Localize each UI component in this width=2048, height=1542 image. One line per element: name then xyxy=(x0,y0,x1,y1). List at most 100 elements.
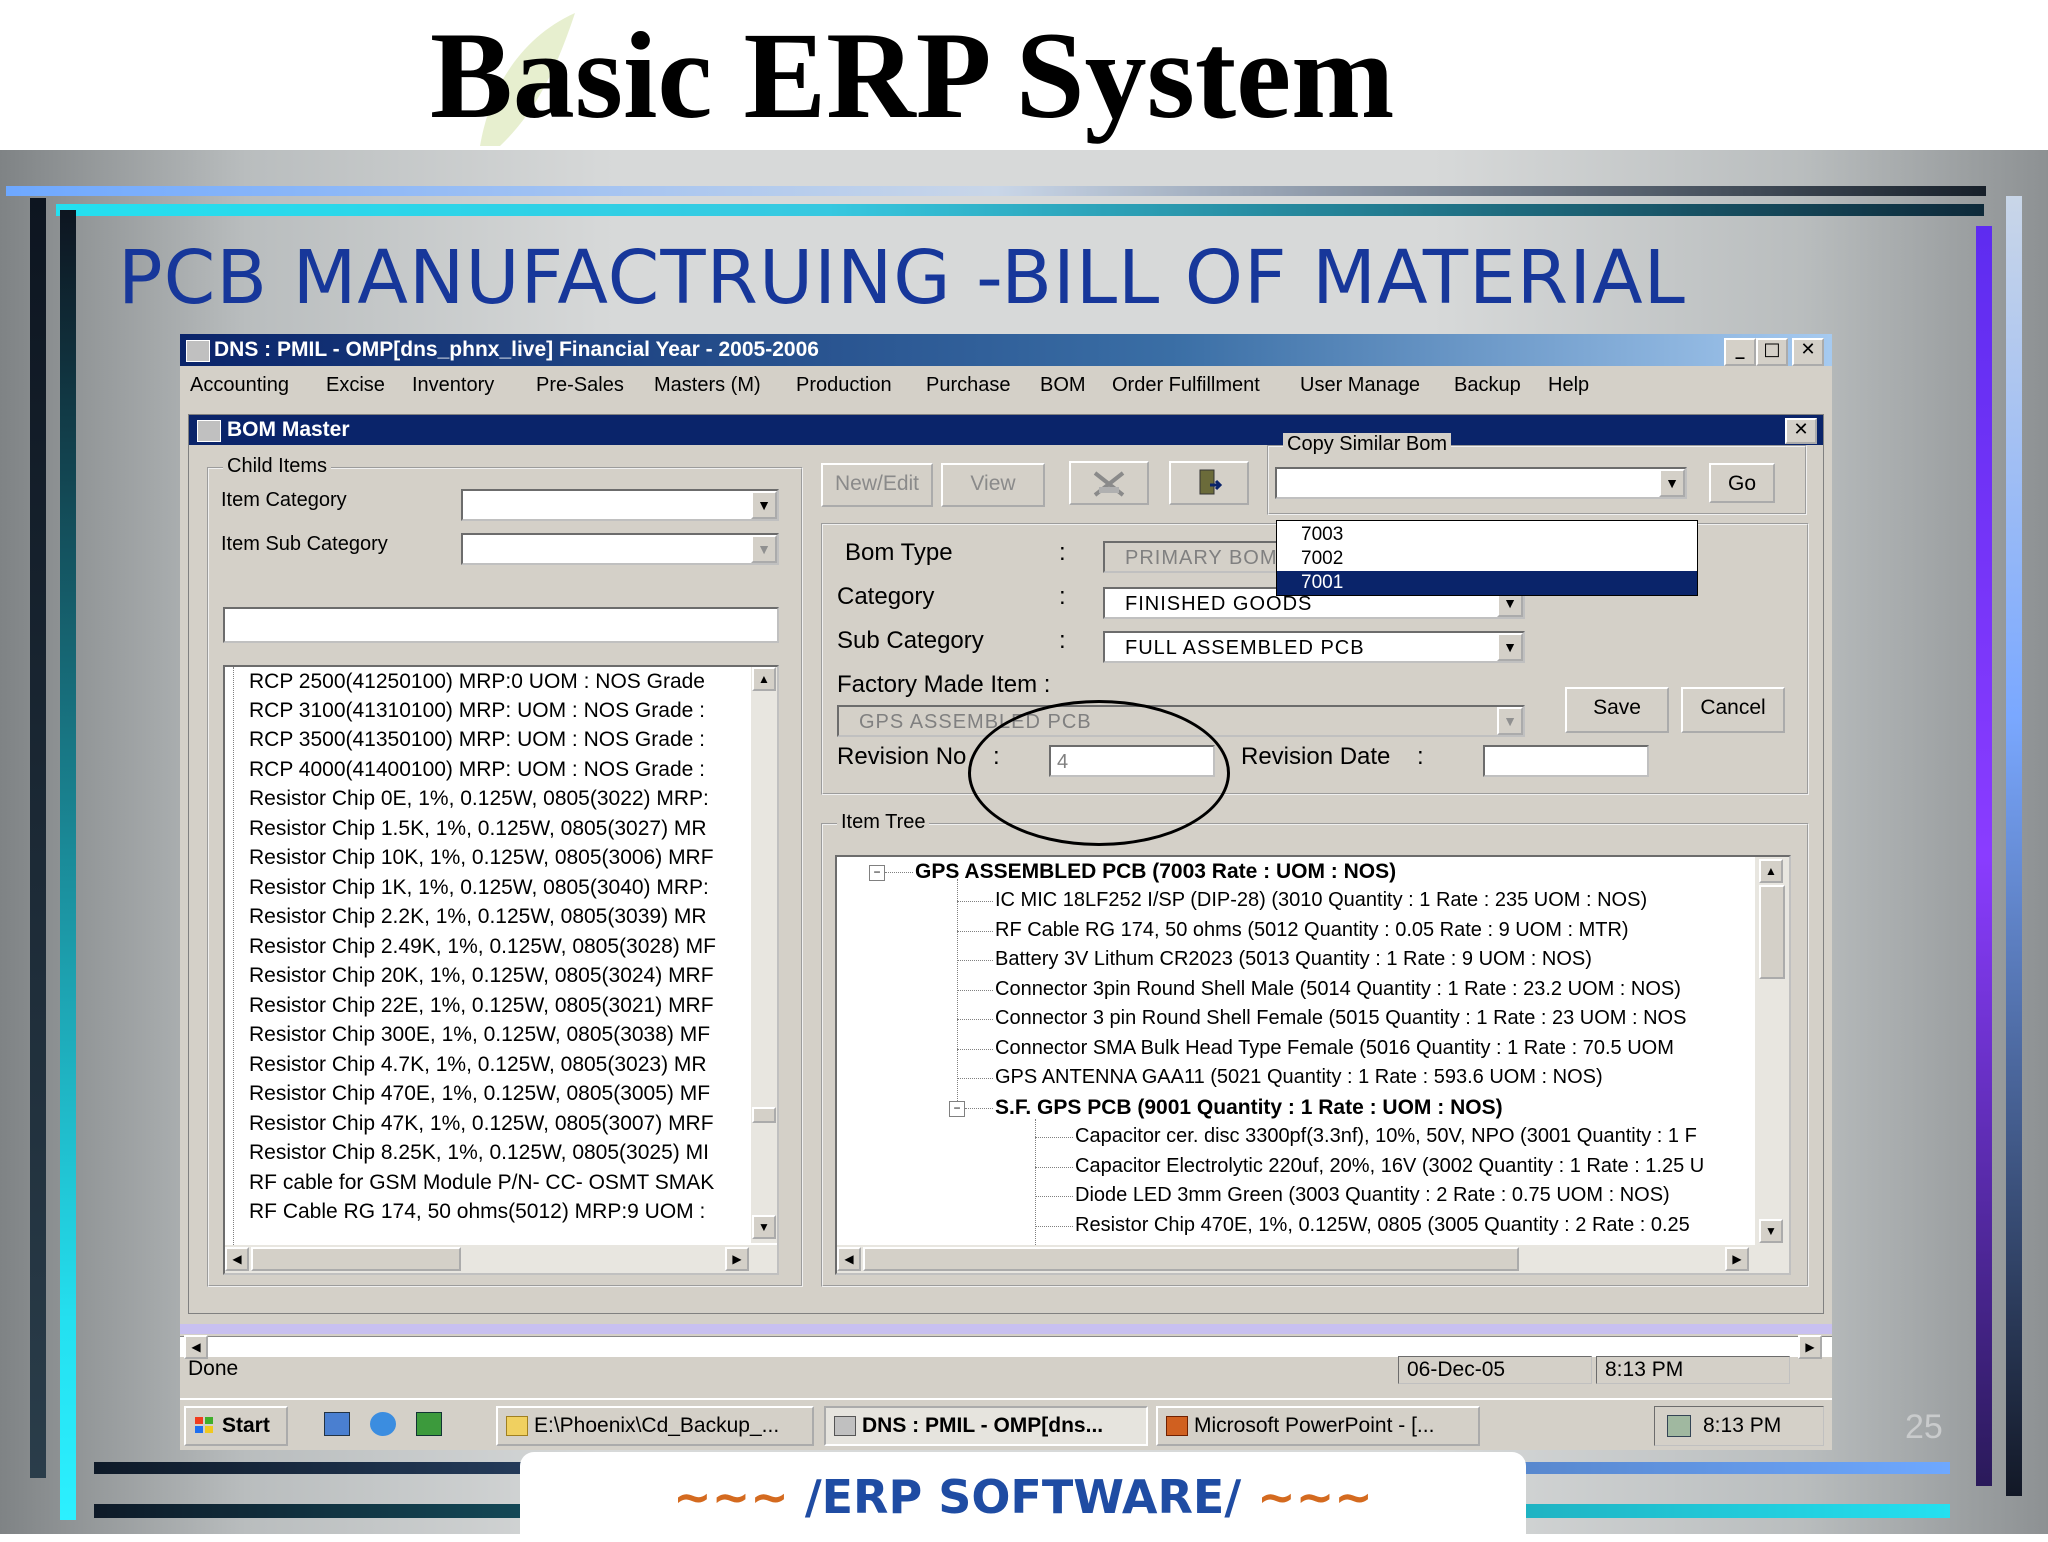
list-item[interactable]: Resistor Chip 47K, 1%, 0.125W, 0805(3007… xyxy=(231,1109,714,1138)
bom-close-button[interactable]: ✕ xyxy=(1785,418,1817,444)
scroll-up-icon[interactable]: ▲ xyxy=(1759,859,1783,883)
menu-order-fulfillment[interactable]: Order Fulfillment xyxy=(1112,374,1260,397)
menu-pre-sales[interactable]: Pre-Sales xyxy=(536,374,624,397)
scroll-up-icon[interactable]: ▲ xyxy=(752,667,776,691)
menu-masters[interactable]: Masters (M) xyxy=(654,374,761,397)
go-button[interactable]: Go xyxy=(1709,463,1775,503)
list-item[interactable]: RF Cable RG 174, 50 ohms(5012) MRP:9 UOM… xyxy=(231,1197,705,1226)
list-item[interactable]: Resistor Chip 4.7K, 1%, 0.125W, 0805(302… xyxy=(231,1050,707,1079)
item-tree[interactable]: − GPS ASSEMBLED PCB (7003 Rate : UOM : N… xyxy=(835,855,1791,1275)
menu-purchase[interactable]: Purchase xyxy=(926,374,1011,397)
close-button[interactable]: ✕ xyxy=(1792,338,1824,366)
tree-item[interactable]: Capacitor cer. disc 3300pf(3.3nf), 10%, … xyxy=(1075,1122,1697,1151)
tree-item[interactable]: Connector SMA Bulk Head Type Female (501… xyxy=(995,1034,1674,1063)
chevron-down-icon[interactable]: ▼ xyxy=(751,535,777,563)
list-item[interactable]: Resistor Chip 22E, 1%, 0.125W, 0805(3021… xyxy=(231,991,714,1020)
tree-hscroll[interactable]: ◀ ▶ xyxy=(837,1245,1789,1273)
tree-item[interactable]: RF Cable RG 174, 50 ohms (5012 Quantity … xyxy=(995,916,1629,945)
list-item[interactable]: Resistor Chip 300E, 1%, 0.125W, 0805(303… xyxy=(231,1020,710,1049)
scroll-left-icon[interactable]: ◀ xyxy=(837,1247,861,1271)
minimize-button[interactable]: _ xyxy=(1724,338,1756,366)
quicklaunch-media-icon[interactable] xyxy=(416,1412,442,1436)
list-item[interactable]: Resistor Chip 2.49K, 1%, 0.125W, 0805(30… xyxy=(231,932,716,961)
menu-accounting[interactable]: Accounting xyxy=(190,374,289,397)
child-search-input[interactable] xyxy=(223,607,779,643)
list-item[interactable]: RCP 2500(41250100) MRP:0 UOM : NOS Grade xyxy=(231,667,705,696)
item-category-select[interactable]: ▼ xyxy=(461,489,779,521)
save-button[interactable]: Save xyxy=(1565,687,1669,733)
maximize-button[interactable]: □ xyxy=(1756,338,1788,366)
child-list-hscroll[interactable]: ◀ ▶ xyxy=(225,1245,777,1273)
quicklaunch-desktop-icon[interactable] xyxy=(324,1412,350,1436)
tree-item[interactable]: Connector 3 pin Round Shell Female (5015… xyxy=(995,1004,1686,1033)
tree-item[interactable]: Connector 3pin Round Shell Male (5014 Qu… xyxy=(995,975,1681,1004)
menu-inventory[interactable]: Inventory xyxy=(412,374,494,397)
scroll-thumb[interactable] xyxy=(1759,885,1785,979)
tree-item[interactable]: IC MIC 18LF252 I/SP (DIP-28) (3010 Quant… xyxy=(995,886,1647,915)
list-item[interactable]: Resistor Chip 2.2K, 1%, 0.125W, 0805(303… xyxy=(231,902,707,931)
dropdown-option-selected[interactable]: 7001 xyxy=(1277,571,1697,595)
menu-user-manage[interactable]: User Manage xyxy=(1300,374,1420,397)
menu-help[interactable]: Help xyxy=(1548,374,1589,397)
task-powerpoint[interactable]: Microsoft PowerPoint - [... xyxy=(1156,1406,1480,1446)
task-dns[interactable]: DNS : PMIL - OMP[dns... xyxy=(824,1406,1148,1446)
tree-sub-node[interactable]: S.F. GPS PCB (9001 Quantity : 1 Rate : U… xyxy=(995,1093,1503,1122)
collapse-icon[interactable]: − xyxy=(949,1101,965,1117)
tree-root[interactable]: GPS ASSEMBLED PCB (7003 Rate : UOM : NOS… xyxy=(915,857,1396,886)
tree-vscroll[interactable]: ▲ ▼ xyxy=(1755,857,1789,1247)
chevron-down-icon[interactable]: ▼ xyxy=(1497,707,1523,735)
copy-similar-select[interactable]: ▼ xyxy=(1275,467,1687,499)
scroll-down-icon[interactable]: ▼ xyxy=(752,1215,776,1239)
tree-item[interactable]: Resistor Chip 470E, 1%, 0.125W, 0805 (30… xyxy=(1075,1211,1690,1240)
scroll-thumb[interactable] xyxy=(752,1107,776,1123)
list-item[interactable]: Resistor Chip 470E, 1%, 0.125W, 0805(300… xyxy=(231,1079,710,1108)
bom-type-select[interactable]: PRIMARY BOM xyxy=(1103,541,1299,573)
list-item[interactable]: RF cable for GSM Module P/N- CC- OSMT SM… xyxy=(231,1168,714,1197)
chevron-down-icon[interactable]: ▼ xyxy=(1659,469,1685,497)
list-item[interactable]: RCP 4000(41400100) MRP: UOM : NOS Grade … xyxy=(231,755,705,784)
child-list-vscroll[interactable]: ▲ ▼ xyxy=(751,667,777,1243)
dropdown-option[interactable]: 7002 xyxy=(1277,547,1697,571)
menu-bom[interactable]: BOM xyxy=(1040,374,1086,397)
task-explorer[interactable]: E:\Phoenix\Cd_Backup_... xyxy=(496,1406,814,1446)
chevron-down-icon[interactable]: ▼ xyxy=(751,491,777,519)
page-hscroll[interactable]: ◀ ▶ xyxy=(180,1335,1832,1359)
list-item[interactable]: Resistor Chip 10K, 1%, 0.125W, 0805(3006… xyxy=(231,843,714,872)
sub-category-select[interactable]: FULL ASSEMBLED PCB ▼ xyxy=(1103,631,1525,663)
list-item[interactable]: RCP 3500(41350100) MRP: UOM : NOS Grade … xyxy=(231,725,705,754)
scroll-right-icon[interactable]: ▶ xyxy=(1725,1247,1749,1271)
tree-item[interactable]: Battery 3V Lithum CR2023 (5013 Quantity … xyxy=(995,945,1592,974)
list-item[interactable]: Resistor Chip 1K, 1%, 0.125W, 0805(3040)… xyxy=(231,873,709,902)
child-items-list[interactable]: RCP 2500(41250100) MRP:0 UOM : NOS Grade… xyxy=(223,665,779,1275)
list-item[interactable]: Resistor Chip 8.25K, 1%, 0.125W, 0805(30… xyxy=(231,1138,709,1167)
tree-item[interactable]: Capacitor Electrolytic 220uf, 20%, 16V (… xyxy=(1075,1152,1704,1181)
item-sub-category-select[interactable]: ▼ xyxy=(461,533,779,565)
list-item[interactable]: RCP 3100(41310100) MRP: UOM : NOS Grade … xyxy=(231,696,705,725)
list-item[interactable]: Resistor Chip 0E, 1%, 0.125W, 0805(3022)… xyxy=(231,784,709,813)
scroll-left-icon[interactable]: ◀ xyxy=(225,1247,249,1271)
tray-network-icon[interactable] xyxy=(1667,1415,1691,1437)
view-button[interactable]: View xyxy=(941,463,1045,507)
list-item[interactable]: Resistor Chip 20K, 1%, 0.125W, 0805(3024… xyxy=(231,961,714,990)
chevron-down-icon[interactable]: ▼ xyxy=(1497,633,1523,661)
collapse-icon[interactable]: − xyxy=(869,865,885,881)
new-edit-button[interactable]: New/Edit xyxy=(821,463,933,507)
tree-item[interactable]: Diode LED 3mm Green (3003 Quantity : 2 R… xyxy=(1075,1181,1670,1210)
menu-backup[interactable]: Backup xyxy=(1454,374,1521,397)
menu-production[interactable]: Production xyxy=(796,374,892,397)
scroll-thumb[interactable] xyxy=(251,1247,461,1271)
exit-button[interactable] xyxy=(1169,461,1249,505)
dropdown-option[interactable]: 7003 xyxy=(1277,523,1697,547)
start-button[interactable]: Start xyxy=(184,1406,288,1446)
scroll-right-icon[interactable]: ▶ xyxy=(1798,1335,1822,1359)
quicklaunch-ie-icon[interactable] xyxy=(370,1412,396,1436)
revision-date-input[interactable] xyxy=(1483,745,1649,777)
menu-excise[interactable]: Excise xyxy=(326,374,385,397)
scroll-thumb[interactable] xyxy=(863,1247,1519,1271)
cancel-button[interactable]: Cancel xyxy=(1681,687,1785,733)
delete-button[interactable] xyxy=(1069,461,1149,505)
scroll-down-icon[interactable]: ▼ xyxy=(1759,1219,1783,1243)
tree-item[interactable]: GPS ANTENNA GAA11 (5021 Quantity : 1 Rat… xyxy=(995,1063,1603,1092)
scroll-right-icon[interactable]: ▶ xyxy=(725,1247,749,1271)
list-item[interactable]: Resistor Chip 1.5K, 1%, 0.125W, 0805(302… xyxy=(231,814,707,843)
